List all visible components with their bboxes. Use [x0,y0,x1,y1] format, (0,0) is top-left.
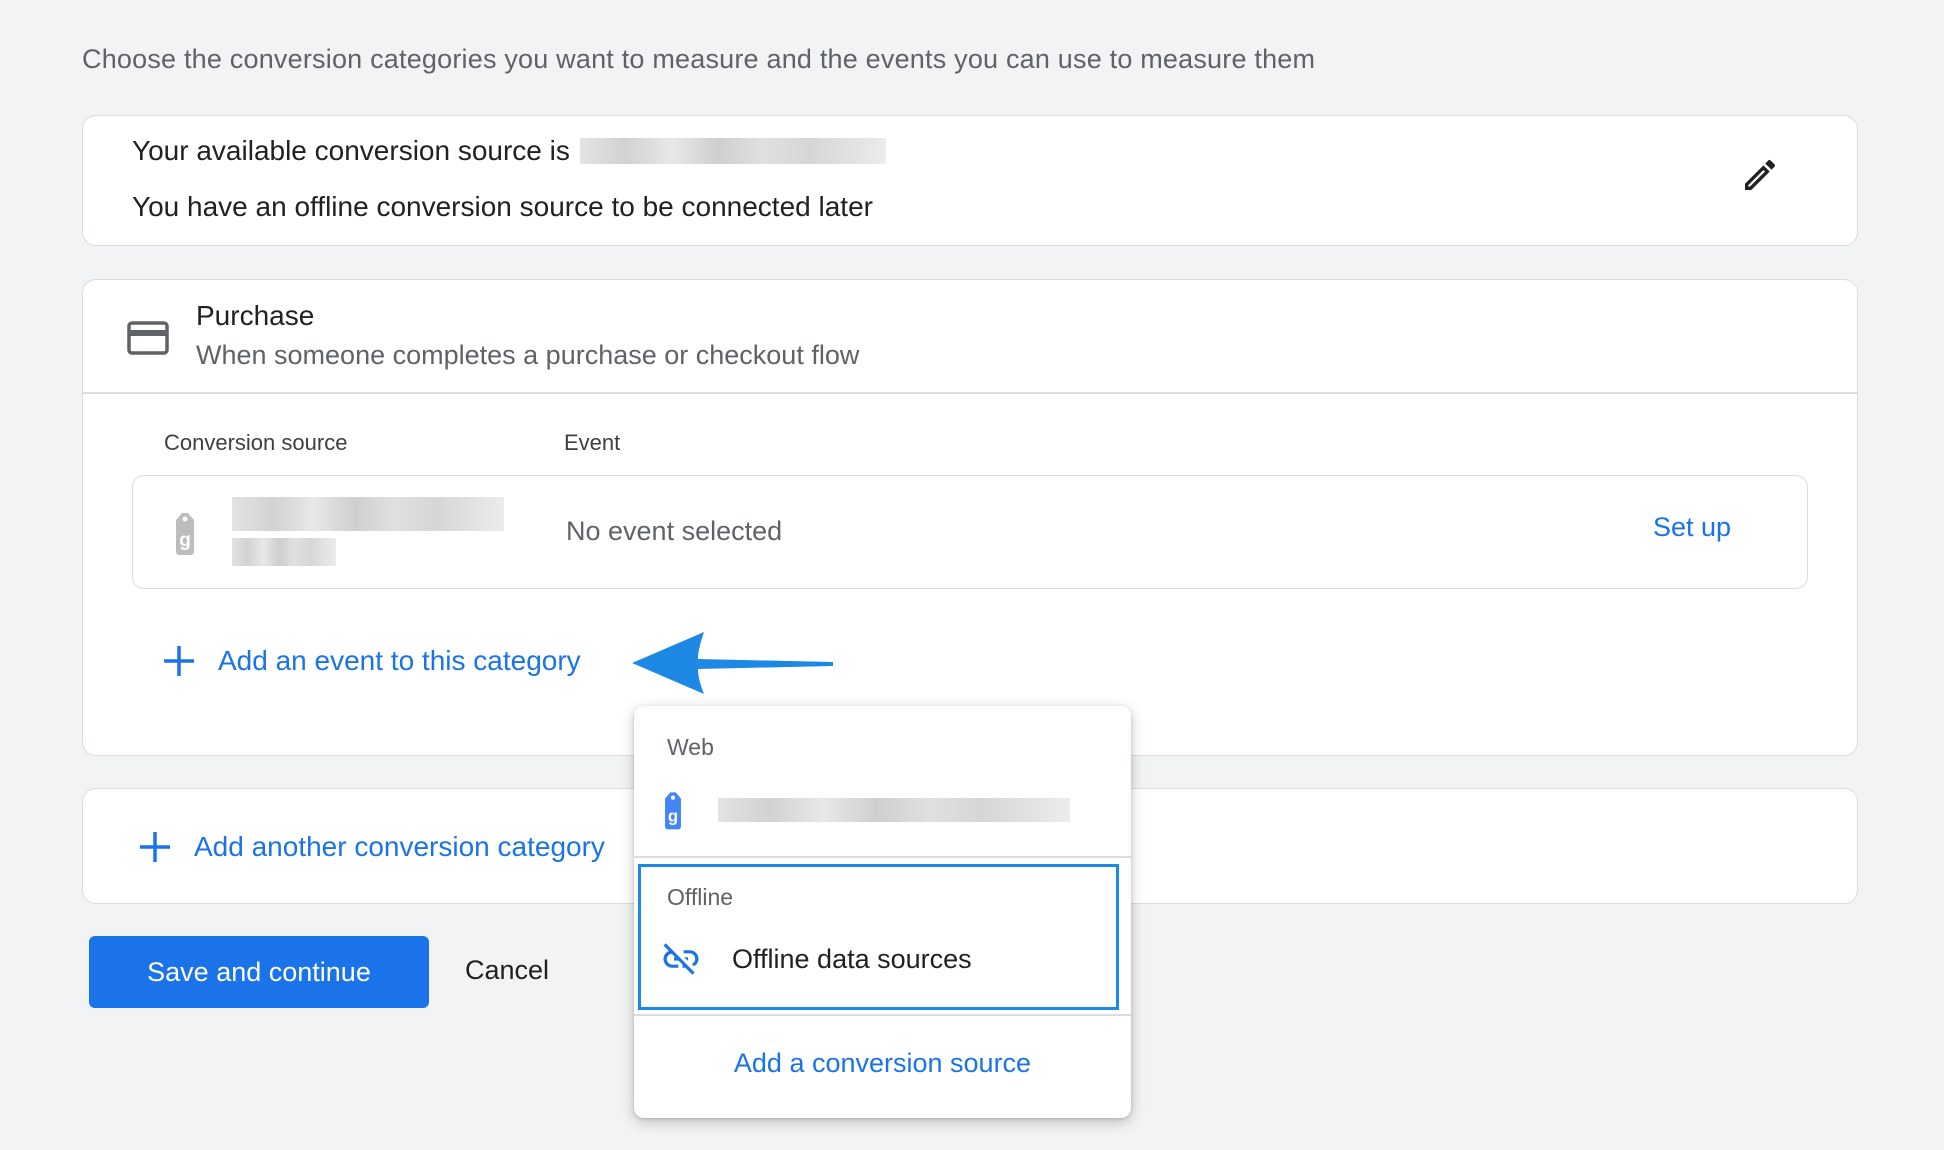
category-title: Purchase [196,300,315,331]
redacted-source-detail [232,538,336,566]
event-value: No event selected [566,516,783,546]
menu-item-web-source[interactable]: g [658,780,1113,840]
page-intro: Choose the conversion categories you wan… [82,44,1316,74]
pencil-icon[interactable] [1740,155,1780,195]
add-conversion-source-link[interactable]: Add a conversion source [634,1048,1131,1079]
save-and-continue-button[interactable]: Save and continue [89,936,429,1008]
add-category-label: Add another conversion category [194,831,605,862]
redacted-source-name [232,497,504,531]
google-tag-icon: g [665,792,681,830]
available-source-line: Your available conversion source is [132,135,886,167]
credit-card-icon [127,321,169,355]
column-header-event: Event [564,430,621,455]
redacted-source-name [579,138,886,164]
set-up-link[interactable]: Set up [1653,512,1731,543]
cancel-button[interactable]: Cancel [465,955,549,986]
callout-arrow-icon [632,632,833,694]
offline-source-note: You have an offline conversion source to… [132,191,873,222]
available-source-label: Your available conversion source is [132,135,570,166]
add-category-button[interactable]: Add another conversion category [136,828,605,866]
category-divider [83,392,1857,394]
menu-section-offline: Offline [667,884,734,910]
category-description: When someone completes a purchase or che… [196,340,860,370]
menu-divider [634,856,1131,858]
add-event-button[interactable]: Add an event to this category [160,642,581,680]
menu-section-web: Web [667,734,714,760]
add-event-label: Add an event to this category [218,645,581,676]
svg-text:g: g [668,806,678,825]
plus-icon [140,832,170,862]
link-off-icon [663,943,699,975]
menu-item-offline-data-sources[interactable]: Offline data sources [660,938,972,980]
redacted-web-source [718,798,1070,822]
offline-item-label: Offline data sources [732,943,972,974]
plus-icon [164,646,194,676]
google-tag-icon: g [176,513,194,555]
event-row [132,475,1808,589]
menu-divider [634,1014,1131,1016]
svg-text:g: g [179,530,191,551]
column-header-source: Conversion source [164,430,348,455]
